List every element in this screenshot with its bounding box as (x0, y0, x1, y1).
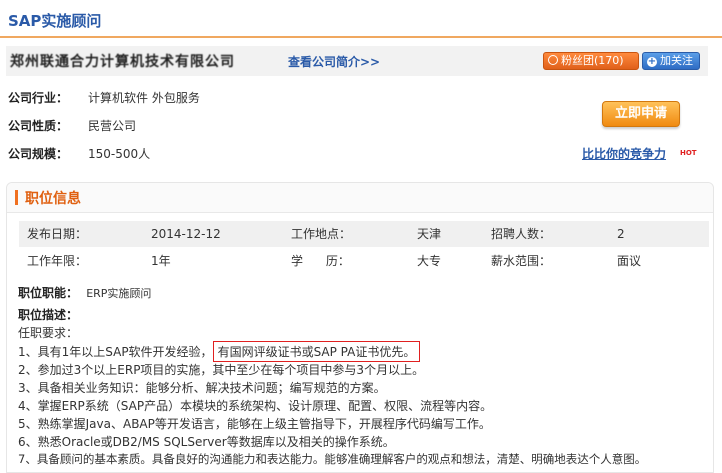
requirement-item: 1、具有1年以上SAP软件开发经验， 有国网评级证书或SAP PA证书优先。 (18, 341, 421, 362)
work-years-label: 工作年限： (19, 247, 143, 274)
publish-date-value: 2014-12-12 (143, 221, 283, 248)
scale-label: 公司规模： (8, 147, 69, 161)
company-industry-row: 公司行业： 计算机软件 外包服务 (8, 89, 200, 107)
section-header: 职位信息 (7, 183, 713, 213)
company-name[interactable]: 郑州联通合力计算机技术有限公司 (10, 51, 235, 71)
requirement-1-highlight: 有国网评级证书或SAP PA证书优先。 (212, 341, 421, 362)
table-row: 工作年限： 1年 学 历： 大专 薪水范围： 面议 (19, 247, 709, 274)
education-value: 大专 (409, 247, 483, 274)
nature-value: 民营公司 (88, 119, 137, 133)
publish-date-label: 发布日期： (19, 221, 143, 248)
headcount-value: 2 (609, 221, 709, 248)
hot-badge: HOT (680, 149, 697, 157)
follow-button[interactable]: + 加关注 (642, 52, 700, 70)
nature-label: 公司性质： (8, 119, 69, 133)
requirement-item: 5、熟练掌握Java、ABAP等开发语言，能够在上级主管指导下，开展程序代码编写… (18, 417, 491, 431)
company-bar: 郑州联通合力计算机技术有限公司 查看公司简介>> 粉丝团(170) + 加关注 (6, 46, 708, 76)
description-label: 职位描述： (18, 308, 79, 322)
scale-value: 150-500人 (88, 147, 151, 161)
work-years-value: 1年 (143, 247, 283, 274)
company-nature-row: 公司性质： 民营公司 (8, 117, 136, 135)
apply-now-button[interactable]: 立即申请 (602, 101, 680, 127)
industry-value: 计算机软件 外包服务 (88, 91, 200, 105)
work-location-label: 工作地点： (283, 221, 409, 248)
fans-label: 粉丝团 (561, 54, 594, 67)
fans-icon (548, 55, 558, 65)
industry-label: 公司行业： (8, 91, 69, 105)
fans-club-button[interactable]: 粉丝团(170) (543, 52, 639, 70)
headcount-label: 招聘人数： (483, 221, 609, 248)
requirement-1-text: 1、具有1年以上SAP软件开发经验， (18, 345, 213, 359)
follow-label: 加关注 (660, 54, 693, 67)
function-row: 职位职能： ERP实施顾问 (18, 284, 151, 301)
compare-competitiveness-link[interactable]: 比比你的竞争力 (582, 145, 666, 162)
requirement-item: 6、熟悉Oracle或DB2/MS SQLServer等数据库以及相关的操作系统… (18, 435, 395, 449)
salary-value: 面议 (609, 247, 709, 274)
function-value: ERP实施顾问 (86, 287, 152, 300)
company-scale-row: 公司规模： 150-500人 (8, 145, 150, 163)
table-row: 发布日期： 2014-12-12 工作地点： 天津 招聘人数： 2 (19, 221, 709, 248)
requirement-item: 7、具备顾问的基本素质。具备良好的沟通能力和表达能力。能够准确理解客户的观点和想… (18, 452, 647, 466)
plus-icon: + (647, 56, 657, 67)
salary-label: 薪水范围： (483, 247, 609, 274)
position-details-table: 发布日期： 2014-12-12 工作地点： 天津 招聘人数： 2 工作年限： … (19, 221, 709, 274)
requirements-heading: 任职要求： (18, 326, 79, 340)
work-location-value: 天津 (409, 221, 483, 248)
fans-count: (170) (594, 54, 624, 67)
education-label: 学 历： (283, 247, 409, 274)
job-title: SAP实施顾问 (8, 12, 102, 30)
requirement-item: 4、掌握ERP系统（SAP产品）本模块的系统架构、设计原理、配置、权限、流程等内… (18, 399, 493, 413)
company-intro-link[interactable]: 查看公司简介>> (288, 53, 380, 70)
job-title-bar: SAP实施顾问 (0, 0, 722, 38)
function-label: 职位职能： (18, 286, 79, 300)
requirement-item: 2、参加过3个以上ERP项目的实施，其中至少在每个项目中参与3个月以上。 (18, 363, 425, 377)
requirement-item: 3、具备相关业务知识：能够分析、解决技术问题；编写规范的方案。 (18, 381, 386, 395)
section-title: 职位信息 (25, 191, 81, 207)
